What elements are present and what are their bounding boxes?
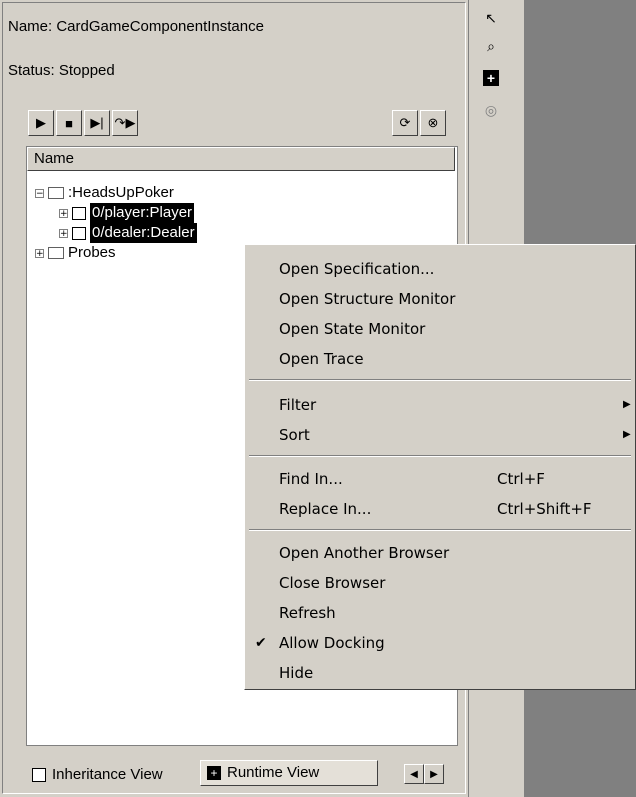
play-icon: ▶ — [36, 115, 46, 130]
tab-scroll-right[interactable]: ▶ — [424, 764, 444, 784]
tab-runtime-view[interactable]: + Runtime View — [200, 760, 378, 786]
component-status: Status: Stopped — [8, 62, 115, 79]
tab-label: Inheritance View — [52, 766, 163, 783]
tree-item-dealer[interactable]: + 0/dealer:Dealer — [59, 223, 197, 243]
menu-item-open-state-monitor[interactable]: Open State Monitor — [245, 315, 635, 343]
close-icon: ⊗ — [427, 115, 439, 130]
menu-item-hide[interactable]: Hide — [245, 659, 635, 687]
stop-button[interactable]: ■ — [56, 110, 82, 136]
refresh-button[interactable]: ⟳ — [392, 110, 418, 136]
pointer-icon[interactable]: ↖ — [483, 10, 499, 26]
menu-item-filter[interactable]: Filter ▶ — [245, 391, 635, 419]
menu-item-find-in[interactable]: Find In... Ctrl+F — [245, 465, 635, 493]
folder-icon — [48, 187, 64, 199]
close-button[interactable]: ⊗ — [420, 110, 446, 136]
component-name: Name: CardGameComponentInstance — [8, 18, 264, 35]
tree-item-label: 0/dealer:Dealer — [90, 223, 197, 243]
zoom-icon[interactable]: ⌕ — [483, 38, 499, 54]
check-icon: ✔ — [255, 635, 267, 651]
menu-item-refresh[interactable]: Refresh — [245, 599, 635, 627]
menu-item-close-browser[interactable]: Close Browser — [245, 569, 635, 597]
capsule-tool-icon[interactable]: + — [483, 70, 499, 86]
submenu-arrow-icon: ▶ — [623, 429, 631, 440]
step-icon: ▶| — [90, 115, 104, 130]
stop-icon: ■ — [65, 115, 73, 131]
capsule-icon — [72, 206, 86, 220]
menu-item-open-trace[interactable]: Open Trace — [245, 345, 635, 373]
tab-inheritance-view[interactable]: Inheritance View — [26, 762, 200, 788]
context-menu: Open Specification... Open Structure Mon… — [244, 244, 636, 690]
column-header-name[interactable]: Name — [27, 147, 455, 171]
collapse-icon[interactable]: − — [35, 188, 44, 198]
folder-icon — [48, 247, 64, 259]
expand-icon[interactable]: + — [59, 228, 68, 238]
menu-separator — [249, 455, 631, 457]
expand-icon[interactable]: + — [35, 248, 44, 258]
menu-item-sort[interactable]: Sort ▶ — [245, 421, 635, 449]
tree-item-label: Probes — [68, 244, 116, 261]
menu-item-allow-docking[interactable]: ✔ Allow Docking — [245, 629, 635, 657]
step-over-icon: ↷▶ — [114, 115, 136, 130]
tree-item-player[interactable]: + 0/player:Player — [59, 203, 195, 223]
menu-item-replace-in[interactable]: Replace In... Ctrl+Shift+F — [245, 495, 635, 523]
menu-separator — [249, 529, 631, 531]
tab-scroll-left[interactable]: ◀ — [404, 764, 424, 784]
view-tabs: Inheritance View + Runtime View ◀ ▶ — [26, 760, 466, 790]
menu-separator — [249, 379, 631, 381]
capsule-icon — [72, 226, 86, 240]
run-button[interactable]: ▶ — [28, 110, 54, 136]
tree-item-root[interactable]: − :HeadsUpPoker — [35, 183, 174, 203]
expand-icon[interactable]: + — [59, 208, 68, 218]
port-icon[interactable]: ◎ — [483, 102, 499, 118]
refresh-icon: ⟳ — [399, 115, 411, 130]
tree-item-label: :HeadsUpPoker — [68, 184, 174, 201]
step-button[interactable]: ▶| — [84, 110, 110, 136]
shortcut-label: Ctrl+F — [497, 470, 545, 488]
tree-item-probes[interactable]: + Probes — [35, 243, 116, 263]
menu-item-open-structure-monitor[interactable]: Open Structure Monitor — [245, 285, 635, 313]
menu-item-open-specification[interactable]: Open Specification... — [245, 255, 635, 283]
submenu-arrow-icon: ▶ — [623, 399, 631, 410]
capsule-icon: + — [207, 766, 221, 780]
shortcut-label: Ctrl+Shift+F — [497, 500, 592, 518]
list-icon — [32, 768, 46, 782]
tab-label: Runtime View — [227, 764, 320, 781]
tree-item-label: 0/player:Player — [90, 203, 195, 223]
menu-item-open-another-browser[interactable]: Open Another Browser — [245, 539, 635, 567]
step-over-button[interactable]: ↷▶ — [112, 110, 138, 136]
